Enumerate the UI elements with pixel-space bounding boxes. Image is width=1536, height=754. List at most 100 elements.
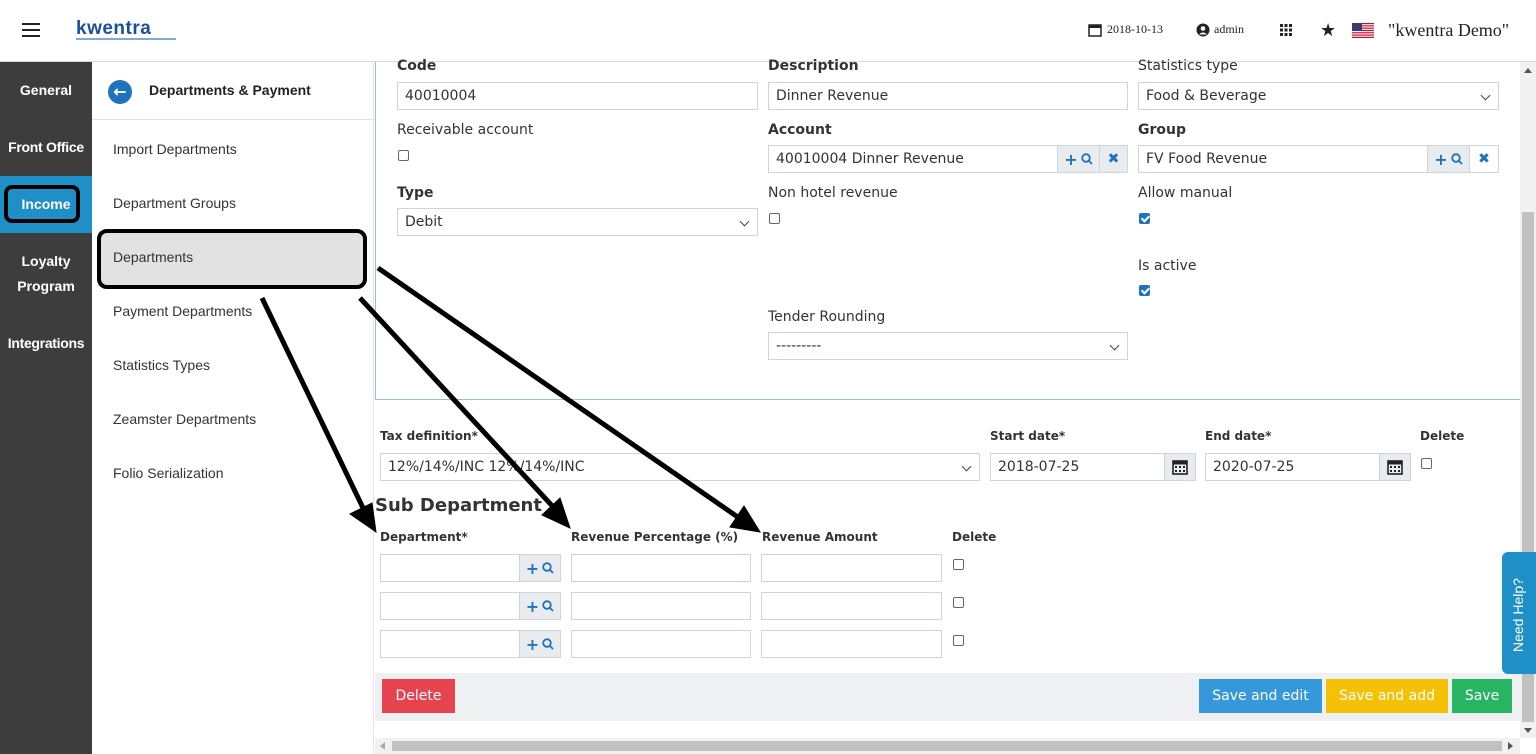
revenue-amount-input[interactable] <box>761 592 942 620</box>
group-clear-button[interactable]: ✖ <box>1469 145 1499 173</box>
tax-delete-label: Delete <box>1420 429 1465 443</box>
group-input[interactable]: FV Food Revenue <box>1138 145 1428 173</box>
revenue-amount-input[interactable] <box>761 630 942 658</box>
sub-department-input[interactable] <box>380 554 520 582</box>
type-label: Type <box>397 185 434 201</box>
scroll-left-icon[interactable] <box>380 742 385 750</box>
search-icon <box>542 562 554 574</box>
start-date-calendar-icon[interactable] <box>1164 453 1196 481</box>
scroll-up-icon[interactable] <box>1524 68 1532 73</box>
app-logo[interactable]: kwentra <box>76 18 151 40</box>
description-input[interactable]: Dinner Revenue <box>768 82 1128 110</box>
close-icon: ✖ <box>1478 151 1490 167</box>
sidebar-item-folio-serialization[interactable]: Folio Serialization <box>113 465 224 481</box>
horizontal-scroll-thumb[interactable] <box>392 741 1502 751</box>
non-hotel-revenue-label: Non hotel revenue <box>768 185 898 201</box>
user-menu[interactable]: admin <box>1196 22 1244 37</box>
sub-department-add-search-button[interactable]: + <box>519 630 561 658</box>
is-active-checkbox[interactable] <box>1139 285 1150 296</box>
nav-program[interactable]: Program <box>0 274 92 299</box>
account-input[interactable]: 40010004 Dinner Revenue <box>768 145 1058 173</box>
need-help-label: Need Help? <box>1510 578 1526 652</box>
revenue-percentage-input[interactable] <box>571 592 751 620</box>
sub-department-delete-checkbox[interactable] <box>953 559 964 570</box>
non-hotel-revenue-checkbox[interactable] <box>769 213 780 224</box>
tax-delete-checkbox[interactable] <box>1421 458 1432 469</box>
nav-integrations[interactable]: Integrations <box>0 331 92 356</box>
save-button[interactable]: Save <box>1452 679 1512 713</box>
sidebar-item-import-departments[interactable]: Import Departments <box>113 141 237 157</box>
horizontal-scrollbar[interactable] <box>375 738 1520 754</box>
account-clear-button[interactable]: ✖ <box>1099 145 1128 173</box>
top-bar: kwentra 2018-10-13 admin ★ "kwentra Demo… <box>0 0 1536 62</box>
search-icon <box>542 638 554 650</box>
sub-department-delete-checkbox[interactable] <box>953 597 964 608</box>
star-icon[interactable]: ★ <box>1320 20 1336 41</box>
tax-definition-label: Tax definition* <box>380 429 478 443</box>
code-label: Code <box>397 58 437 74</box>
account-add-search-button[interactable]: + <box>1057 145 1100 173</box>
nav-loyalty[interactable]: Loyalty <box>0 249 92 274</box>
revenue-amount-input[interactable] <box>761 554 942 582</box>
department-column-header: Department* <box>380 530 468 544</box>
search-icon <box>1451 153 1463 165</box>
start-date-label: Start date* <box>990 429 1066 443</box>
allow-manual-label: Allow manual <box>1138 185 1233 201</box>
us-flag-icon[interactable] <box>1352 23 1374 38</box>
sub-department-title: Sub Department <box>375 495 542 516</box>
statistics-type-select[interactable]: Food & Beverage <box>1138 82 1499 110</box>
departments-highlight-box <box>97 229 367 289</box>
sidebar-item-statistics-types[interactable]: Statistics Types <box>113 357 210 373</box>
sub-department-input[interactable] <box>380 592 520 620</box>
sub-department-add-search-button[interactable]: + <box>519 554 561 582</box>
current-date[interactable]: 2018-10-13 <box>1088 22 1163 37</box>
code-input[interactable]: 40010004 <box>397 82 758 110</box>
plus-icon: + <box>525 634 540 654</box>
hamburger-menu-icon[interactable] <box>22 22 42 38</box>
tax-definition-select[interactable]: 12%/14%/INC 12%/14%/INC <box>380 453 980 481</box>
apps-grid-icon[interactable] <box>1280 24 1292 36</box>
search-icon <box>1081 153 1093 165</box>
scroll-down-icon[interactable] <box>1524 728 1532 733</box>
is-active-label: Is active <box>1138 258 1197 274</box>
main-content: Code 40010004 Description Dinner Revenue… <box>375 58 1520 754</box>
start-date-input[interactable]: 2018-07-25 <box>990 453 1165 481</box>
receivable-account-label: Receivable account <box>397 122 534 138</box>
tender-rounding-select[interactable]: --------- <box>768 332 1128 360</box>
allow-manual-checkbox[interactable] <box>1139 213 1150 224</box>
sidebar-item-zeamster-departments[interactable]: Zeamster Departments <box>113 411 256 427</box>
revenue-percentage-input[interactable] <box>571 630 751 658</box>
group-label: Group <box>1138 122 1187 138</box>
revenue-percentage-input[interactable] <box>571 554 751 582</box>
scroll-right-icon[interactable] <box>1508 742 1513 750</box>
description-label: Description <box>768 58 859 74</box>
revenue-percentage-column-header: Revenue Percentage (%) <box>571 530 739 544</box>
save-and-add-button[interactable]: Save and add <box>1326 679 1448 713</box>
department-form-panel: Code 40010004 Description Dinner Revenue… <box>375 58 1520 400</box>
company-name[interactable]: "kwentra Demo" <box>1388 20 1509 41</box>
sidebar-item-payment-departments[interactable]: Payment Departments <box>113 303 252 319</box>
sub-department-add-search-button[interactable]: + <box>519 592 561 620</box>
form-footer: Delete Save and edit Save and add Save <box>375 673 1520 721</box>
save-and-edit-button[interactable]: Save and edit <box>1199 679 1322 713</box>
plus-icon: + <box>525 558 540 578</box>
subnav-title: Departments & Payment <box>149 82 311 98</box>
nav-general[interactable]: General <box>0 78 92 103</box>
group-add-search-button[interactable]: + <box>1427 145 1470 173</box>
nav-front-office[interactable]: Front Office <box>0 135 92 160</box>
sub-department-input[interactable] <box>380 630 520 658</box>
sidebar-item-department-groups[interactable]: Department Groups <box>113 195 236 211</box>
back-arrow-icon[interactable]: ← <box>108 80 132 104</box>
sub-sidebar: ← Departments & Payment Import Departmen… <box>92 62 374 754</box>
type-select[interactable]: Debit <box>397 208 758 236</box>
end-date-input[interactable]: 2020-07-25 <box>1205 453 1380 481</box>
need-help-tab[interactable]: Need Help? <box>1502 552 1536 674</box>
end-date-calendar-icon[interactable] <box>1379 453 1411 481</box>
sub-department-delete-checkbox[interactable] <box>953 635 964 646</box>
delete-column-header: Delete <box>952 530 997 544</box>
main-sidebar: General Front Office Income Loyalty Prog… <box>0 62 92 754</box>
subnav-header: ← Departments & Payment <box>92 62 374 120</box>
receivable-account-checkbox[interactable] <box>398 150 409 161</box>
statistics-type-label: Statistics type <box>1138 58 1238 74</box>
delete-button[interactable]: Delete <box>382 679 455 713</box>
